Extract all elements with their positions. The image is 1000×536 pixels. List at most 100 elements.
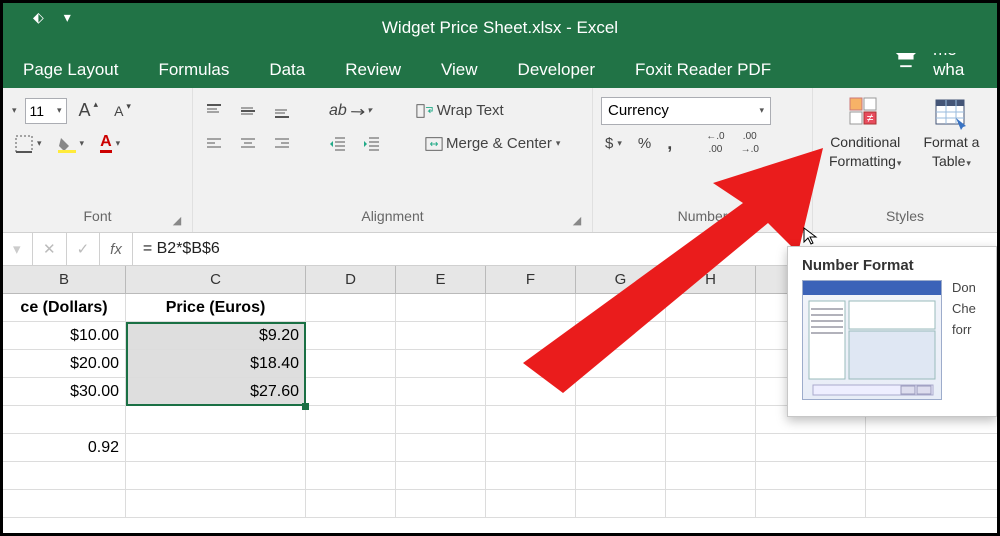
align-center-icon[interactable] xyxy=(235,133,261,155)
decrease-font-icon[interactable]: A▾ xyxy=(110,101,135,121)
merge-center-button[interactable]: Merge & Center ▾ xyxy=(421,133,564,155)
font-size-input[interactable]: 11▾ xyxy=(25,98,67,124)
cell[interactable] xyxy=(396,350,486,377)
tab-foxit[interactable]: Foxit Reader PDF xyxy=(615,54,791,88)
cell[interactable] xyxy=(3,462,126,489)
cell[interactable] xyxy=(486,350,576,377)
cell[interactable] xyxy=(666,378,756,405)
cancel-icon[interactable]: ✕ xyxy=(33,233,67,265)
col-header-h[interactable]: H xyxy=(666,266,756,293)
cell[interactable] xyxy=(396,294,486,321)
cell[interactable] xyxy=(396,490,486,517)
formula-value[interactable]: = B2*$B$6 xyxy=(133,240,230,258)
cell[interactable] xyxy=(666,462,756,489)
col-header-e[interactable]: E xyxy=(396,266,486,293)
col-header-b[interactable]: B xyxy=(3,266,126,293)
cell[interactable] xyxy=(576,462,666,489)
increase-font-icon[interactable]: A▴ xyxy=(75,98,103,123)
number-format-dropdown[interactable]: Currency ▾ xyxy=(601,97,771,125)
font-dialog-launcher[interactable]: ◢ xyxy=(170,214,184,228)
cell[interactable] xyxy=(576,378,666,405)
name-box-dropdown[interactable]: ▾ xyxy=(3,233,33,265)
cell[interactable] xyxy=(306,490,396,517)
increase-decimal-icon[interactable]: ←.0.00 xyxy=(702,130,728,157)
cell[interactable] xyxy=(756,462,866,489)
cell[interactable] xyxy=(486,406,576,433)
col-header-f[interactable]: F xyxy=(486,266,576,293)
cell[interactable] xyxy=(306,462,396,489)
tab-view[interactable]: View xyxy=(421,54,498,88)
qat-item-2[interactable]: ▾ xyxy=(64,9,71,26)
cell[interactable] xyxy=(576,434,666,461)
cell[interactable] xyxy=(666,490,756,517)
cell[interactable] xyxy=(3,406,126,433)
cell[interactable] xyxy=(396,434,486,461)
cell[interactable] xyxy=(486,378,576,405)
cell[interactable] xyxy=(126,462,306,489)
col-header-d[interactable]: D xyxy=(306,266,396,293)
align-middle-icon[interactable] xyxy=(235,100,261,122)
tab-developer[interactable]: Developer xyxy=(498,54,616,88)
align-right-icon[interactable] xyxy=(269,133,295,155)
align-top-icon[interactable] xyxy=(201,100,227,122)
cell[interactable] xyxy=(666,434,756,461)
tab-formulas[interactable]: Formulas xyxy=(138,54,249,88)
cell[interactable] xyxy=(126,406,306,433)
cell[interactable] xyxy=(666,322,756,349)
align-bottom-icon[interactable] xyxy=(269,100,295,122)
alignment-dialog-launcher[interactable]: ◢ xyxy=(570,214,584,228)
cell[interactable] xyxy=(306,406,396,433)
cell[interactable] xyxy=(576,490,666,517)
cell[interactable] xyxy=(306,378,396,405)
font-name-dropdown[interactable]: ▾ xyxy=(12,105,17,116)
cell[interactable] xyxy=(3,490,126,517)
borders-icon[interactable]: ▾ xyxy=(11,133,46,155)
tab-page-layout[interactable]: Page Layout xyxy=(3,54,138,88)
cell[interactable] xyxy=(396,406,486,433)
orientation-icon[interactable]: ab↗▾ xyxy=(325,99,376,123)
cell-b2[interactable]: $10.00 xyxy=(3,322,126,349)
cell[interactable] xyxy=(666,294,756,321)
cell-b3[interactable]: $20.00 xyxy=(3,350,126,377)
cell[interactable] xyxy=(756,434,866,461)
cell-c1[interactable]: Price (Euros) xyxy=(126,294,306,321)
cell[interactable] xyxy=(486,462,576,489)
cell[interactable] xyxy=(666,350,756,377)
conditional-formatting-button[interactable]: ≠ Conditional Formatting▾ xyxy=(821,94,909,172)
fill-color-icon[interactable]: ▾ xyxy=(54,133,89,155)
cell[interactable] xyxy=(486,434,576,461)
cell-c4[interactable]: $27.60 xyxy=(126,378,306,405)
fill-handle[interactable] xyxy=(302,403,309,410)
cell[interactable] xyxy=(576,406,666,433)
fx-icon[interactable]: fx xyxy=(100,233,133,265)
cell-b4[interactable]: $30.00 xyxy=(3,378,126,405)
cell[interactable] xyxy=(666,406,756,433)
number-dialog-launcher[interactable]: ◢ xyxy=(790,214,804,228)
decrease-indent-icon[interactable] xyxy=(325,133,351,155)
cell[interactable] xyxy=(576,294,666,321)
cell[interactable] xyxy=(126,490,306,517)
cell[interactable] xyxy=(486,490,576,517)
comma-format-button[interactable]: , xyxy=(663,131,676,156)
cell-c3[interactable]: $18.40 xyxy=(126,350,306,377)
cell[interactable] xyxy=(306,350,396,377)
accounting-format-button[interactable]: $▾ xyxy=(601,133,626,154)
cell[interactable] xyxy=(126,434,306,461)
cell[interactable] xyxy=(306,294,396,321)
tab-data[interactable]: Data xyxy=(249,54,325,88)
cell[interactable] xyxy=(576,322,666,349)
cell[interactable] xyxy=(486,322,576,349)
cell[interactable] xyxy=(396,378,486,405)
qat-item-1[interactable]: ⬖ xyxy=(33,9,44,26)
cell-b1[interactable]: ce (Dollars) xyxy=(3,294,126,321)
col-header-c[interactable]: C xyxy=(126,266,306,293)
font-color-icon[interactable]: A ▾ xyxy=(96,132,124,155)
align-left-icon[interactable] xyxy=(201,133,227,155)
format-as-table-button[interactable]: Format a Table▾ xyxy=(915,94,987,172)
cell-b6[interactable]: 0.92 xyxy=(3,434,126,461)
decrease-decimal-icon[interactable]: .00→.0 xyxy=(737,130,763,157)
tab-review[interactable]: Review xyxy=(325,54,421,88)
enter-icon[interactable]: ✓ xyxy=(67,233,101,265)
cell[interactable] xyxy=(576,350,666,377)
cell[interactable] xyxy=(486,294,576,321)
